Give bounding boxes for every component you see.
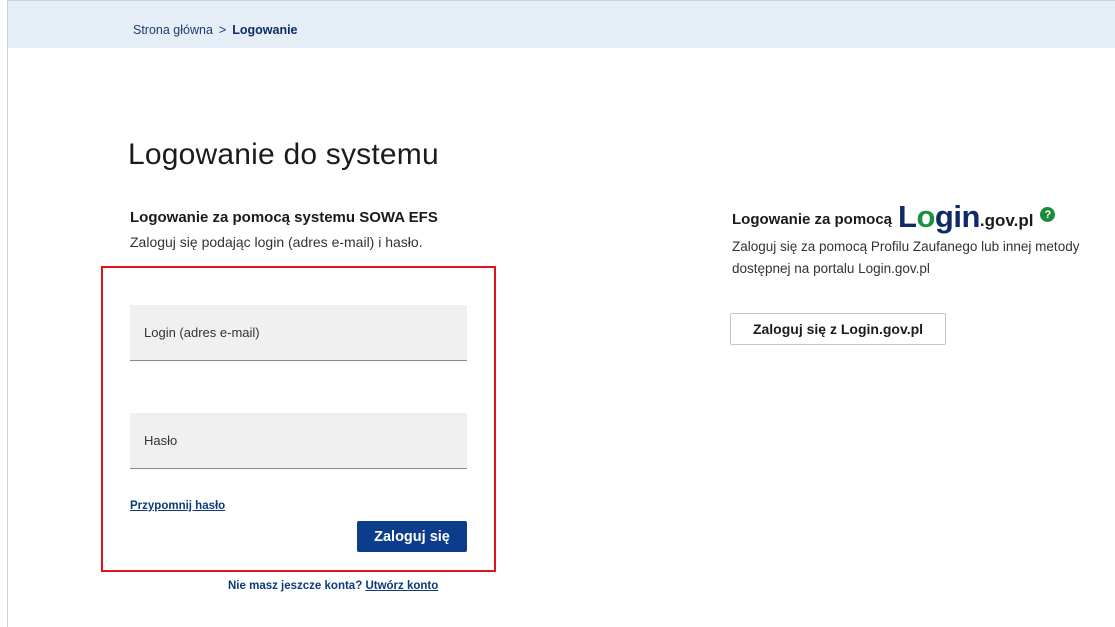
sowa-login-heading: Logowanie za pomocą systemu SOWA EFS [130,209,438,226]
create-account-link[interactable]: Utwórz konto [365,580,438,592]
page-title: Logowanie do systemu [128,138,439,171]
email-field [130,305,467,361]
gov-login-heading-text: Logowanie za pomocą [732,211,893,228]
breadcrumb-bar: Strona główna > Logowanie [8,0,1115,48]
sowa-login-subtitle: Zaloguj się podając login (adres e-mail)… [130,234,423,250]
logo-main: Login [898,199,980,234]
breadcrumb: Strona główna > Logowanie [133,23,298,37]
login-button[interactable]: Zaloguj się [357,521,467,552]
gov-login-description: Zaloguj się za pomocą Profilu Zaufanego … [732,239,1080,276]
breadcrumb-separator: > [218,23,227,37]
gov-login-heading: Logowanie za pomocą Login .gov.pl ? [732,199,1056,234]
register-row: Nie masz jeszcze konta? Utwórz konto [228,580,438,592]
logo-suffix: .gov.pl [979,211,1034,230]
password-field [130,413,467,469]
remind-password-link[interactable]: Przypomnij hasło [130,500,225,512]
no-account-text: Nie masz jeszcze konta? [228,580,363,592]
password-input[interactable] [130,413,467,468]
login-gov-button[interactable]: Zaloguj się z Login.gov.pl [730,313,946,345]
breadcrumb-current: Logowanie [232,23,298,37]
help-icon[interactable]: ? [1040,207,1056,222]
login-input[interactable] [130,305,467,360]
login-gov-logo: Login .gov.pl [898,199,1034,234]
breadcrumb-home[interactable]: Strona główna [133,23,213,37]
